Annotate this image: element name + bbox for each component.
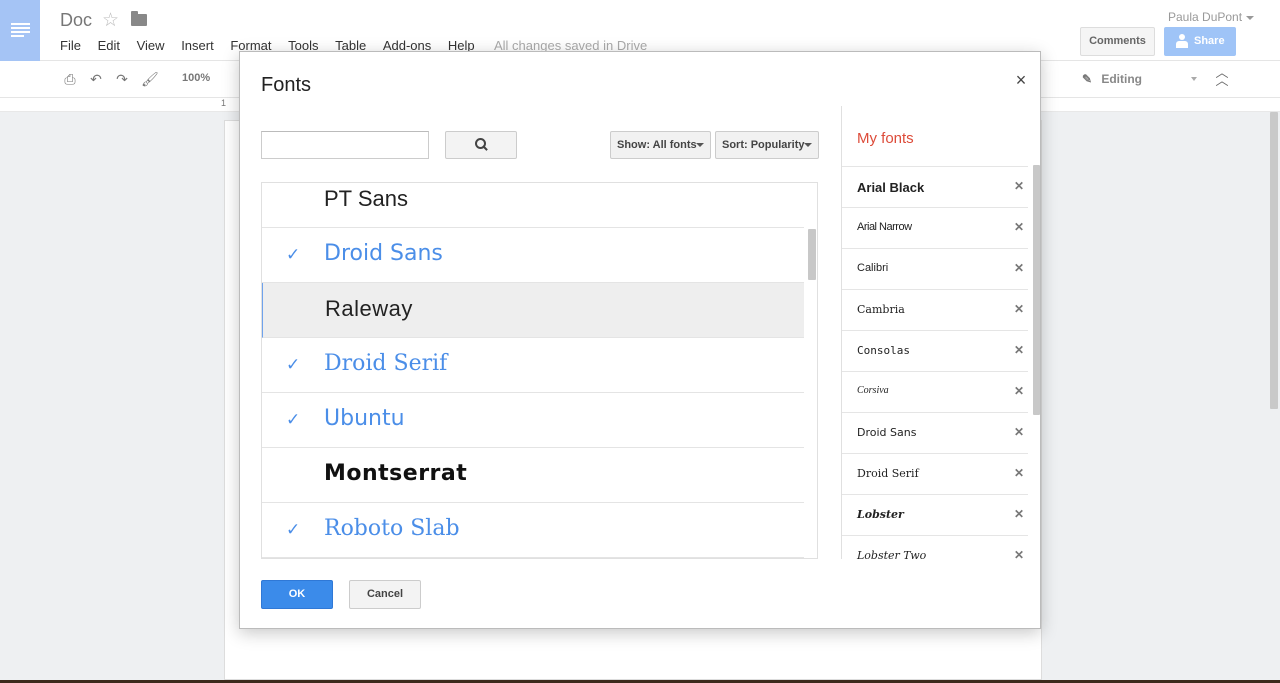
my-font-item[interactable]: Droid Sans ✕ (842, 412, 1028, 453)
font-row[interactable]: Montserrat (262, 448, 804, 503)
font-name: Montserrat (324, 461, 468, 486)
font-row[interactable]: ✓ Droid Sans (262, 228, 804, 283)
print-icon[interactable]: ⎙ (62, 71, 78, 87)
doc-title[interactable]: Doc (60, 10, 92, 31)
my-font-item[interactable]: Droid Serif ✕ (842, 453, 1028, 494)
my-fonts-panel: My fonts Arial Black ✕ Arial Narrow ✕ Ca… (841, 106, 1040, 559)
font-name: Roboto Slab (324, 516, 460, 541)
my-font-item[interactable]: Calibri ✕ (842, 248, 1028, 289)
chevron-down-icon (1246, 15, 1255, 20)
remove-icon[interactable]: ✕ (1014, 302, 1024, 316)
collapse-menu-icon[interactable]: ︿ ︿ (1215, 66, 1229, 87)
my-font-name: Calibri (857, 262, 889, 274)
share-button[interactable]: Share (1164, 27, 1236, 56)
zoom-select[interactable]: 100% (182, 72, 210, 84)
font-name: PT Sans (324, 186, 408, 211)
font-search-input[interactable] (261, 131, 429, 159)
chevron-down-icon (1191, 77, 1197, 81)
chevron-down-icon (804, 143, 812, 147)
remove-icon[interactable]: ✕ (1014, 425, 1024, 439)
editing-mode-label: Editing (1101, 72, 1143, 86)
my-font-item[interactable]: Lobster Two ✕ (842, 535, 1028, 559)
remove-icon[interactable]: ✕ (1014, 179, 1024, 193)
dialog-title: Fonts (261, 74, 312, 96)
remove-icon[interactable]: ✕ (1014, 384, 1024, 398)
cancel-button[interactable]: Cancel (349, 580, 421, 609)
my-font-name: Arial Black (857, 180, 925, 195)
my-font-item[interactable]: Arial Black ✕ (842, 166, 1028, 207)
my-font-name: Consolas (857, 344, 910, 357)
chevron-down-icon (696, 143, 704, 147)
check-icon: ✓ (286, 245, 301, 264)
menu-edit[interactable]: Edit (98, 38, 120, 53)
my-font-name: Lobster (857, 508, 904, 521)
my-font-name: Arial Narrow (857, 221, 912, 233)
remove-icon[interactable]: ✕ (1014, 220, 1024, 234)
share-label: Share (1194, 35, 1225, 47)
fonts-dialog: Fonts × Show: All fonts Sort: Popularity… (239, 51, 1041, 629)
comments-button[interactable]: Comments (1080, 27, 1155, 56)
my-font-item[interactable]: Lobster ✕ (842, 494, 1028, 535)
check-icon: ✓ (286, 520, 301, 539)
menu-view[interactable]: View (137, 38, 165, 53)
my-font-item[interactable]: Arial Narrow ✕ (842, 207, 1028, 248)
menu-file[interactable]: File (60, 38, 81, 53)
undo-icon[interactable]: ↶ (88, 71, 104, 87)
my-fonts-title: My fonts (857, 130, 914, 147)
search-icon (475, 138, 489, 152)
font-row[interactable]: ✓ Droid Serif (262, 338, 804, 393)
close-icon[interactable]: × (1014, 71, 1028, 89)
my-font-name: Lobster Two (857, 549, 927, 559)
my-font-item[interactable]: Corsiva ✕ (842, 371, 1028, 412)
star-icon[interactable]: ☆ (102, 9, 119, 32)
my-font-item[interactable]: Cambria ✕ (842, 289, 1028, 330)
my-fonts-list: Arial Black ✕ Arial Narrow ✕ Calibri ✕ C… (842, 166, 1028, 559)
check-icon: ✓ (286, 410, 301, 429)
remove-icon[interactable]: ✕ (1014, 343, 1024, 357)
remove-icon[interactable]: ✕ (1014, 261, 1024, 275)
my-font-name: Corsiva (857, 385, 889, 396)
remove-icon[interactable]: ✕ (1014, 548, 1024, 559)
font-list: PT Sans ✓ Droid Sans Raleway ✓ Droid Ser… (261, 182, 818, 559)
font-name: Raleway (325, 296, 413, 321)
font-row[interactable]: PT Sans (262, 183, 804, 228)
user-name: Paula DuPont (1168, 10, 1243, 24)
sort-label: Sort: Popularity (722, 139, 805, 151)
remove-icon[interactable]: ✕ (1014, 466, 1024, 480)
my-font-item[interactable]: Consolas ✕ (842, 330, 1028, 371)
my-font-name: Droid Sans (857, 426, 917, 439)
folder-icon[interactable] (131, 11, 147, 26)
remove-icon[interactable]: ✕ (1014, 507, 1024, 521)
page-scrollbar[interactable] (1270, 112, 1278, 409)
paint-format-icon[interactable]: 🖌 (141, 71, 159, 87)
ruler-mark: 1 (221, 98, 227, 108)
font-name: Droid Sans (324, 241, 443, 266)
font-list-scrollbar[interactable] (808, 229, 816, 280)
docs-home-icon[interactable] (0, 0, 40, 61)
check-icon: ✓ (286, 355, 301, 374)
font-name: Ubuntu (324, 406, 405, 431)
font-row[interactable]: Raleway (262, 283, 804, 338)
editing-mode-select[interactable]: ✎ Editing (1082, 72, 1197, 86)
pencil-icon: ✎ (1082, 72, 1093, 86)
font-row[interactable]: ✓ Roboto Slab (262, 503, 804, 558)
show-filter-label: Show: All fonts (617, 139, 697, 151)
account-menu[interactable]: Paula DuPont (1168, 10, 1255, 24)
menu-insert[interactable]: Insert (181, 38, 214, 53)
ok-button[interactable]: OK (261, 580, 333, 609)
my-font-name: Cambria (857, 303, 905, 316)
font-name: Droid Serif (324, 351, 448, 376)
font-row[interactable]: ✓ Ubuntu (262, 393, 804, 448)
my-font-name: Droid Serif (857, 467, 919, 480)
person-icon (1176, 34, 1188, 48)
show-filter-dropdown[interactable]: Show: All fonts (610, 131, 711, 159)
redo-icon[interactable]: ↷ (114, 71, 130, 87)
sort-dropdown[interactable]: Sort: Popularity (715, 131, 819, 159)
my-fonts-scrollbar[interactable] (1033, 165, 1040, 415)
search-button[interactable] (445, 131, 517, 159)
